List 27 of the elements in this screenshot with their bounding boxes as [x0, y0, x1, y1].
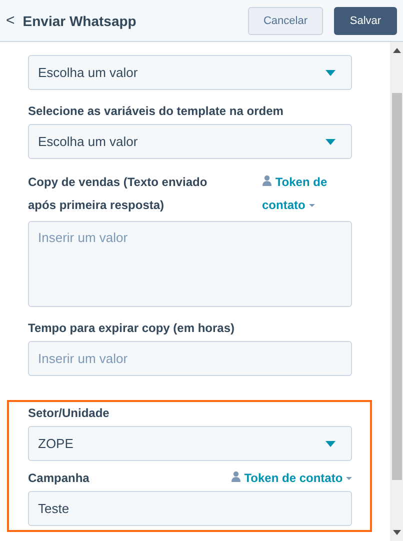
caret-icon	[325, 138, 336, 144]
scrollbar[interactable]	[390, 42, 403, 541]
person-icon	[262, 175, 272, 186]
caret-icon	[325, 440, 336, 446]
caret-icon	[308, 204, 315, 208]
save-button[interactable]: Salvar	[334, 6, 397, 34]
dropdown-field[interactable]: ZOPE	[28, 426, 352, 461]
text-area[interactable]: Inserir um valor	[28, 221, 352, 307]
field-label: Copy de vendas (Texto enviado após primeira resposta)	[28, 174, 208, 214]
field-label: Campanha	[28, 470, 90, 487]
dropdown-field[interactable]: Escolha um valor	[28, 124, 352, 159]
token-link[interactable]: Token de contato	[230, 469, 352, 487]
field-label: Selecione as variáveis do template na ordem	[28, 103, 284, 120]
scroll-down-icon[interactable]	[392, 530, 400, 535]
person-icon	[230, 471, 241, 482]
cancel-button[interactable]: Cancelar	[248, 6, 323, 34]
caret-icon	[346, 477, 352, 480]
input-field[interactable]: Teste	[28, 491, 352, 526]
field-label: Setor/Unidade	[28, 405, 110, 422]
scroll-up-icon[interactable]	[392, 48, 400, 53]
window-title: Enviar Whatsapp	[22, 12, 136, 28]
token-link[interactable]: Token de contato	[262, 171, 352, 217]
field-label: Tempo para expirar copy (em horas)	[28, 320, 235, 337]
caret-icon	[325, 70, 336, 76]
back-icon[interactable]: <	[6, 12, 15, 29]
input-field[interactable]: Inserir um valor	[28, 341, 352, 376]
dropdown-field[interactable]: Escolha um valor	[28, 55, 352, 90]
